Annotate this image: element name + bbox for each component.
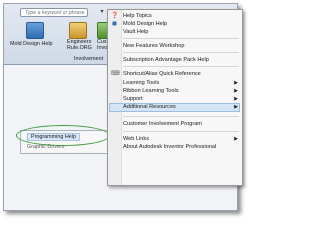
vault-help-item[interactable]: Vault Help: [123, 28, 148, 36]
submenu-arrow-icon: ▶: [234, 136, 238, 142]
highlight-ellipse: [16, 125, 110, 146]
menu-separator: [123, 116, 239, 117]
support-item[interactable]: Support: [123, 95, 143, 103]
engineers-rule-label: Engineers Rule.ORG: [67, 39, 92, 51]
submenu-arrow-icon: ▶: [234, 80, 238, 86]
submenu-arrow-icon: ▶: [234, 88, 238, 94]
submenu-arrow-icon: ▶: [234, 96, 238, 102]
menu-separator: [123, 52, 239, 53]
new-features-workshop-item[interactable]: New Features Workshop: [123, 42, 184, 50]
submenu-arrow-icon: ▶: [234, 104, 238, 110]
mold-design-help-icon: [26, 22, 44, 39]
shortcut-icon: ⌨: [111, 71, 120, 77]
mold-help-icon: ◼: [112, 21, 117, 27]
customer-involvement-program-item[interactable]: Customer Involvement Program: [123, 120, 202, 128]
learning-tools-item[interactable]: Learning Tools: [123, 79, 159, 87]
help-topics-item[interactable]: Help Topics: [123, 12, 152, 20]
subscription-help-item[interactable]: Subscription Advantage Pack Help: [123, 56, 209, 64]
engineers-rule-button[interactable]: Engineers Rule.ORG: [67, 39, 93, 51]
about-inventor-item[interactable]: About Autodesk Inventor Professional: [123, 143, 216, 151]
web-links-item[interactable]: Web Links: [123, 135, 149, 143]
mold-design-help-button[interactable]: Mold Design Help: [10, 41, 53, 47]
menu-separator: [123, 131, 239, 132]
search-input[interactable]: Type a keyword or phrase: [20, 8, 88, 17]
menu-separator: [123, 66, 239, 67]
search-dropdown-icon[interactable]: ▾: [98, 8, 106, 16]
mold-design-help-item[interactable]: Mold Design Help: [123, 20, 167, 28]
engineers-rule-icon: [69, 22, 87, 39]
involvement-panel-title: Involvement: [74, 56, 104, 62]
shortcut-quick-reference-item[interactable]: Shortcut/Alias Quick Reference: [123, 70, 201, 78]
ribbon-learning-tools-item[interactable]: Ribbon Learning Tools: [123, 87, 179, 95]
help-dropdown-menu: ❓ Help Topics ◼ Mold Design Help Vault H…: [107, 9, 243, 186]
additional-resources-item[interactable]: Additional Resources: [123, 103, 176, 111]
help-book-icon: ❓: [111, 13, 119, 19]
menu-icon-gutter: [108, 10, 122, 185]
menu-separator: [123, 38, 239, 39]
